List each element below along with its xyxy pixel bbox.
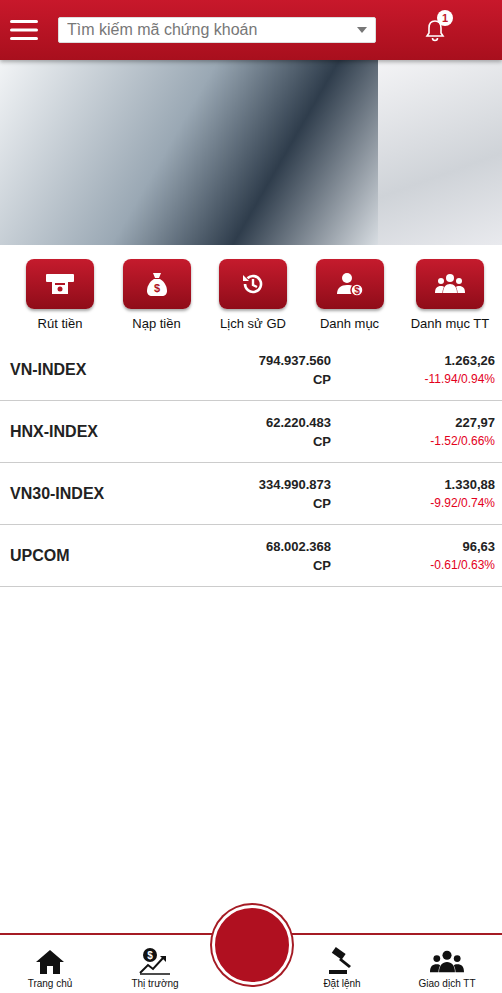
- volume-value: 68.002.368: [266, 539, 331, 554]
- index-value: 1.330,88 -9.92/0.74%: [331, 477, 495, 510]
- banner-slide: [378, 60, 502, 245]
- app: Tìm kiếm mã chứng khoán 1 Rút tiền $ Nạp tiề…: [0, 0, 502, 993]
- index-points: 1.263,26: [444, 353, 495, 368]
- action-item[interactable]: $ Nạp tiền: [121, 259, 193, 331]
- action-button[interactable]: $: [316, 259, 384, 309]
- svg-text:$: $: [153, 282, 159, 294]
- action-label: Danh mục TT: [411, 316, 490, 331]
- index-volume: 62.220.483 CP: [266, 415, 331, 449]
- hamburger-icon: [10, 19, 38, 41]
- volume-unit: CP: [313, 558, 331, 573]
- action-button[interactable]: $: [123, 259, 191, 309]
- action-label: Lịch sử GD: [220, 316, 286, 331]
- notification-badge: 1: [437, 10, 453, 26]
- action-button[interactable]: [416, 259, 484, 309]
- user-money-icon: $: [336, 272, 364, 296]
- index-change: -1.52/0.66%: [430, 434, 495, 448]
- notification-button[interactable]: 1: [424, 18, 446, 42]
- nav-label: Giao dịch TT: [418, 978, 475, 989]
- group-icon: [435, 273, 465, 295]
- group-icon: [430, 949, 464, 975]
- nav-label: Thị trường: [131, 978, 178, 989]
- nav-item[interactable]: Đặt lệnh: [292, 947, 392, 989]
- index-row[interactable]: VN30-INDEX334.990.873 CP 1.330,88 -9.92/0.7…: [0, 463, 502, 525]
- action-button[interactable]: [26, 259, 94, 309]
- index-points: 1.330,88: [444, 477, 495, 492]
- home-icon: [35, 949, 65, 975]
- index-change: -9.92/0.74%: [430, 496, 495, 510]
- banner-carousel[interactable]: [0, 60, 502, 245]
- index-name: UPCOM: [10, 547, 266, 565]
- nav-label: Trang chủ: [28, 978, 73, 989]
- index-list: VN-INDEX794.937.560 CP 1.263,26 -11.94/0.94…: [0, 339, 502, 587]
- index-value: 227,97 -1.52/0.66%: [331, 415, 495, 448]
- action-item[interactable]: Danh mục TT: [410, 259, 490, 331]
- gavel-icon: [327, 947, 357, 975]
- quick-actions: Rút tiền $ Nạp tiền Lịch sử GD $ Danh mục Danh…: [0, 245, 502, 331]
- nav-item[interactable]: $ Thị trường: [100, 947, 210, 989]
- banner-slide: [0, 60, 378, 245]
- action-item[interactable]: Lịch sử GD: [217, 259, 289, 331]
- volume-value: 334.990.873: [259, 477, 331, 492]
- market-icon: $: [138, 947, 172, 975]
- index-points: 96,63: [462, 539, 495, 554]
- svg-text:$: $: [147, 950, 153, 961]
- index-name: VN-INDEX: [10, 361, 259, 379]
- volume-unit: CP: [313, 434, 331, 449]
- atm-icon: [45, 272, 75, 296]
- nav-item[interactable]: Trang chủ: [0, 949, 100, 989]
- action-item[interactable]: Rút tiền: [24, 259, 96, 331]
- index-change: -11.94/0.94%: [425, 372, 496, 386]
- index-row[interactable]: VN-INDEX794.937.560 CP 1.263,26 -11.94/0.94…: [0, 339, 502, 401]
- action-item[interactable]: $ Danh mục: [314, 259, 386, 331]
- nav-item[interactable]: Giao dịch TT: [392, 949, 502, 989]
- index-value: 1.263,26 -11.94/0.94%: [331, 353, 495, 386]
- index-points: 227,97: [455, 415, 495, 430]
- index-name: VN30-INDEX: [10, 485, 259, 503]
- history-icon: [241, 272, 265, 296]
- index-name: HNX-INDEX: [10, 423, 266, 441]
- header: Tìm kiếm mã chứng khoán 1: [0, 0, 502, 60]
- dropdown-arrow-icon: [357, 27, 367, 33]
- center-button[interactable]: [212, 905, 292, 985]
- bottom-nav: Trang chủ $ Thị trường Đặt lệnh Giao dịch TT: [0, 933, 502, 993]
- index-row[interactable]: UPCOM68.002.368 CP 96,63 -0.61/0.63%: [0, 525, 502, 587]
- volume-value: 62.220.483: [266, 415, 331, 430]
- index-volume: 334.990.873 CP: [259, 477, 331, 511]
- volume-unit: CP: [313, 496, 331, 511]
- svg-text:$: $: [354, 285, 360, 296]
- search-placeholder: Tìm kiếm mã chứng khoán: [67, 21, 257, 39]
- volume-unit: CP: [313, 372, 331, 387]
- index-change: -0.61/0.63%: [430, 558, 495, 572]
- index-volume: 68.002.368 CP: [266, 539, 331, 573]
- nav-label: Đặt lệnh: [323, 978, 360, 989]
- index-value: 96,63 -0.61/0.63%: [331, 539, 495, 572]
- search-field[interactable]: Tìm kiếm mã chứng khoán: [58, 17, 376, 43]
- volume-value: 794.937.560: [259, 353, 331, 368]
- index-row[interactable]: HNX-INDEX62.220.483 CP 227,97 -1.52/0.66%: [0, 401, 502, 463]
- action-button[interactable]: [219, 259, 287, 309]
- menu-button[interactable]: [10, 19, 38, 41]
- action-label: Nạp tiền: [132, 316, 180, 331]
- action-label: Danh mục: [320, 316, 379, 331]
- action-label: Rút tiền: [38, 316, 83, 331]
- index-volume: 794.937.560 CP: [259, 353, 331, 387]
- money-bag-icon: $: [145, 271, 169, 297]
